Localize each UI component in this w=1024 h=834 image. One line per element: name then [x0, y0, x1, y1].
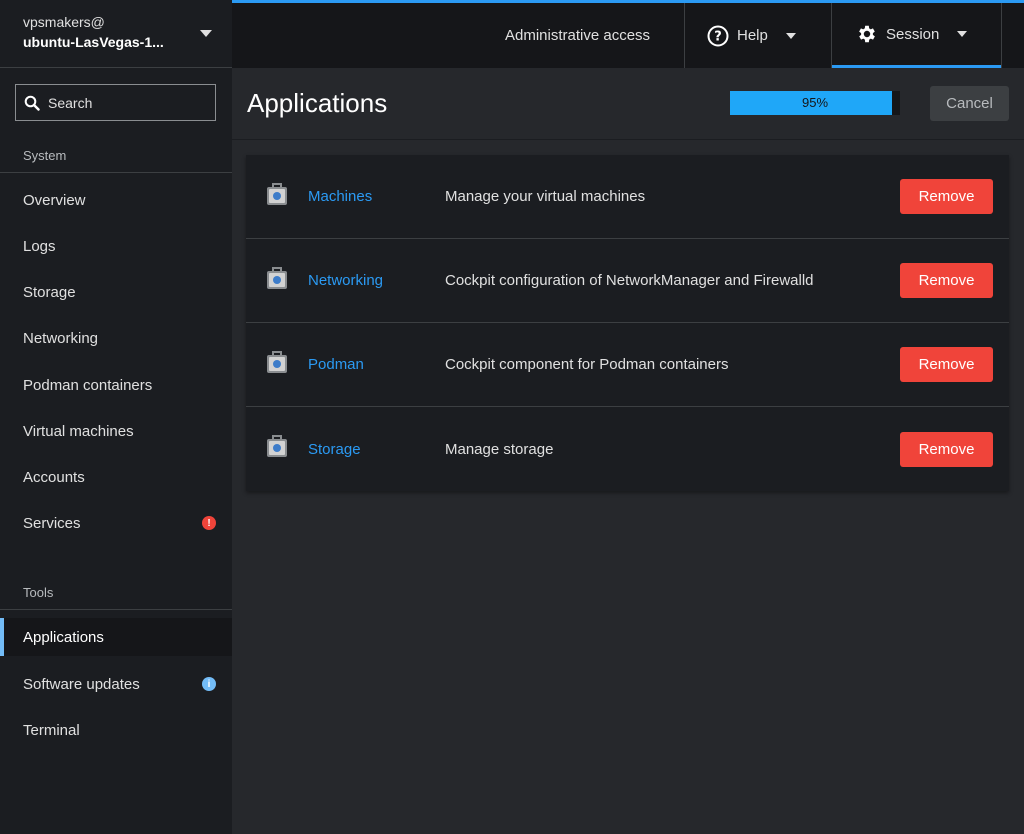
sidebar-item-networking[interactable]: Networking	[0, 319, 232, 357]
remove-button[interactable]: Remove	[900, 431, 993, 467]
info-icon: i	[202, 677, 216, 691]
list-item: Machines Manage your virtual machines Re…	[246, 155, 1009, 239]
sidebar-item-label: Overview	[23, 191, 86, 209]
sidebar-item-accounts[interactable]: Accounts	[0, 458, 232, 496]
sidebar: vpsmakers@ ubuntu-LasVegas-1... Search S…	[0, 0, 232, 834]
host-name: ubuntu-LasVegas-1...	[23, 34, 164, 50]
host-switcher[interactable]: vpsmakers@ ubuntu-LasVegas-1...	[0, 0, 232, 68]
package-icon	[267, 183, 287, 205]
sidebar-item-logs[interactable]: Logs	[0, 227, 232, 265]
group-label-system: System	[23, 148, 67, 163]
app-description: Manage your virtual machines	[445, 188, 646, 205]
app-name-link[interactable]: Machines	[308, 188, 372, 205]
sidebar-item-label: Terminal	[23, 721, 80, 739]
app-description: Cockpit configuration of NetworkManager …	[445, 272, 814, 289]
package-icon	[267, 351, 287, 373]
cancel-button[interactable]: Cancel	[930, 86, 1009, 121]
app-description: Manage storage	[445, 440, 554, 458]
search-input[interactable]: Search	[15, 84, 216, 121]
page-header: Applications 95% Cancel	[232, 68, 1024, 140]
sidebar-item-label: Networking	[23, 329, 99, 347]
remove-button[interactable]: Remove	[900, 179, 993, 214]
chevron-down-icon	[200, 30, 212, 37]
session-label: Session	[886, 25, 940, 43]
list-item: Podman Cockpit component for Podman cont…	[246, 323, 1009, 407]
sidebar-item-label: Accounts	[23, 468, 85, 486]
app-name-link[interactable]: Storage	[308, 441, 361, 458]
divider	[0, 609, 232, 610]
sidebar-item-label: Virtual machines	[23, 422, 134, 440]
sidebar-item-virtual-machines[interactable]: Virtual machines	[0, 412, 232, 450]
chevron-down-icon	[785, 32, 796, 39]
divider	[684, 3, 685, 68]
help-menu-button[interactable]: ? Help	[707, 3, 796, 68]
divider	[1001, 3, 1002, 68]
group-label-tools: Tools	[23, 585, 54, 600]
sidebar-item-label: Storage	[23, 283, 76, 301]
app-name-link[interactable]: Podman	[308, 356, 364, 373]
sidebar-item-services[interactable]: Services !	[0, 504, 232, 542]
sidebar-item-label: Software updates	[23, 675, 140, 693]
session-menu-button[interactable]: Session	[832, 3, 1001, 68]
list-item: Networking Cockpit configuration of Netw…	[246, 239, 1009, 323]
host-user: vpsmakers@	[23, 14, 105, 30]
search-icon	[24, 95, 40, 111]
list-item: Storage Manage storage Remove	[246, 407, 1009, 491]
help-icon: ?	[707, 25, 729, 47]
sidebar-item-label: Services	[23, 514, 81, 532]
remove-button[interactable]: Remove	[900, 263, 993, 298]
warning-icon: !	[202, 516, 216, 530]
sidebar-item-label: Podman containers	[23, 376, 153, 394]
sidebar-item-label: Applications	[23, 628, 104, 646]
sidebar-item-terminal[interactable]: Terminal	[0, 711, 232, 749]
administrative-access-label: Administrative access	[505, 27, 651, 44]
sidebar-item-storage[interactable]: Storage	[0, 273, 232, 311]
svg-text:?: ?	[714, 29, 722, 44]
chevron-down-icon	[957, 31, 968, 37]
remove-button[interactable]: Remove	[900, 347, 993, 382]
progress-text: 95%	[801, 95, 829, 110]
help-label: Help	[737, 27, 768, 44]
masthead: Administrative access ? Help Session	[232, 0, 1024, 68]
package-icon	[267, 267, 287, 289]
app-description: Cockpit component for Podman containers	[445, 356, 729, 373]
administrative-access-button[interactable]: Administrative access	[505, 3, 650, 68]
package-icon	[267, 435, 287, 457]
gear-icon	[856, 23, 878, 45]
progress-bar: 95%	[730, 91, 900, 115]
app-list: Machines Manage your virtual machines Re…	[246, 155, 1009, 491]
sidebar-item-label: Logs	[23, 237, 56, 255]
search-placeholder: Search	[48, 94, 93, 111]
sidebar-item-software-updates[interactable]: Software updates i	[0, 665, 232, 703]
sidebar-item-applications[interactable]: Applications	[0, 618, 232, 656]
divider	[0, 172, 232, 173]
sidebar-item-podman-containers[interactable]: Podman containers	[0, 366, 232, 404]
app-name-link[interactable]: Networking	[308, 272, 383, 289]
page-title: Applications	[247, 88, 388, 118]
sidebar-item-overview[interactable]: Overview	[0, 181, 232, 219]
